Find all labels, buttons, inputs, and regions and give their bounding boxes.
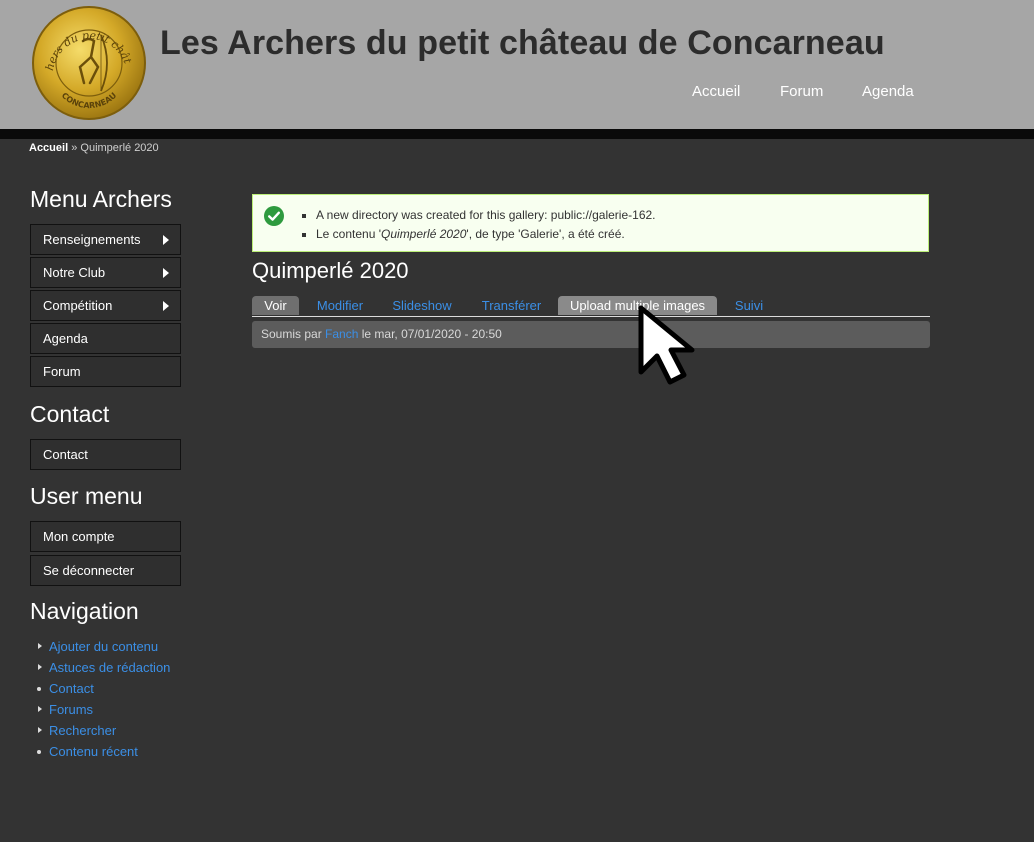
archer-seal-logo-icon: Archers du petit château CONCARNEAU (26, 0, 146, 120)
status-message-list: A new directory was created for this gal… (301, 206, 656, 244)
tab-suivi[interactable]: Suivi (728, 296, 770, 315)
collapsed-triangle-icon (38, 643, 42, 649)
tab-voir[interactable]: Voir (252, 296, 299, 315)
breadcrumb: Accueil » Quimperlé 2020 (29, 142, 159, 154)
list-item: Forums (36, 702, 170, 723)
main-nav: Accueil Forum Agenda (0, 83, 1034, 103)
list-item: Contact (36, 681, 170, 702)
nav-link-contenu-recent[interactable]: Contenu récent (49, 744, 138, 759)
submenu-arrow-icon (163, 301, 169, 311)
tab-slideshow[interactable]: Slideshow (386, 296, 458, 315)
menu-item-se-deconnecter[interactable]: Se déconnecter (30, 555, 181, 586)
main-nav-accueil[interactable]: Accueil (692, 83, 740, 100)
page-title: Quimperlé 2020 (252, 258, 409, 283)
submenu-arrow-icon (163, 235, 169, 245)
list-item: Astuces de rédaction (36, 660, 170, 681)
menu-item-renseignements[interactable]: Renseignements (30, 224, 181, 255)
status-message-directory: A new directory was created for this gal… (316, 206, 656, 225)
submitted-info: Soumis par Fanch le mar, 07/01/2020 - 20… (252, 321, 930, 348)
menu-item-competition[interactable]: Compétition (30, 290, 181, 321)
bullet-dot-icon (37, 687, 41, 691)
menu-item-label: Agenda (43, 331, 88, 346)
site-header: Archers du petit château CONCARNEAU Les … (0, 0, 1034, 129)
nav-link-rechercher[interactable]: Rechercher (49, 723, 116, 738)
status-messages: A new directory was created for this gal… (252, 194, 929, 252)
menu-item-label: Notre Club (43, 265, 106, 280)
main-nav-agenda[interactable]: Agenda (862, 83, 914, 100)
list-item: Rechercher (36, 723, 170, 744)
menu-archers-title: Menu Archers (30, 186, 172, 212)
node-tabs: Voir Modifier Slideshow Transférer Uploa… (252, 296, 930, 317)
nav-link-astuces-de-redaction[interactable]: Astuces de rédaction (49, 660, 170, 675)
list-item: Ajouter du contenu (36, 639, 170, 660)
node-title-emphasis: Quimperlé 2020 (381, 227, 467, 241)
navigation-title: Navigation (30, 598, 139, 624)
nav-link-ajouter-du-contenu[interactable]: Ajouter du contenu (49, 639, 158, 654)
menu-item-label: Mon compte (43, 529, 115, 544)
breadcrumb-current: Quimperlé 2020 (80, 142, 159, 154)
contact-block-title: Contact (30, 401, 110, 427)
header-divider (0, 129, 1034, 139)
menu-item-mon-compte[interactable]: Mon compte (30, 521, 181, 552)
bullet-dot-icon (37, 750, 41, 754)
site-logo[interactable]: Archers du petit château CONCARNEAU (26, 0, 147, 121)
menu-item-label: Forum (43, 364, 81, 379)
site-title[interactable]: Les Archers du petit château de Concarne… (160, 24, 885, 63)
collapsed-triangle-icon (38, 727, 42, 733)
menu-item-contact[interactable]: Contact (30, 439, 181, 470)
tab-modifier[interactable]: Modifier (309, 296, 371, 315)
menu-item-label: Renseignements (43, 232, 141, 247)
author-link[interactable]: Fanch (325, 327, 358, 341)
navigation-list: Ajouter du contenu Astuces de rédaction … (36, 639, 170, 765)
breadcrumb-separator: » (71, 142, 78, 154)
menu-item-label: Contact (43, 447, 88, 462)
menu-item-label: Compétition (43, 298, 113, 313)
menu-item-notre-club[interactable]: Notre Club (30, 257, 181, 288)
nav-link-forums[interactable]: Forums (49, 702, 93, 717)
menu-item-forum[interactable]: Forum (30, 356, 181, 387)
menu-item-agenda[interactable]: Agenda (30, 323, 181, 354)
status-message-created: Le contenu 'Quimperlé 2020', de type 'Ga… (316, 225, 656, 244)
collapsed-triangle-icon (38, 706, 42, 712)
tab-upload-multiple-images[interactable]: Upload multiple images (558, 296, 717, 315)
nav-link-contact[interactable]: Contact (49, 681, 94, 696)
menu-item-label: Se déconnecter (43, 563, 135, 578)
main-nav-forum[interactable]: Forum (780, 83, 823, 100)
list-item: Contenu récent (36, 744, 170, 765)
breadcrumb-home-link[interactable]: Accueil (29, 142, 68, 154)
submenu-arrow-icon (163, 268, 169, 278)
collapsed-triangle-icon (38, 664, 42, 670)
check-circle-icon (264, 206, 284, 226)
user-menu-title: User menu (30, 483, 143, 509)
tab-transferer[interactable]: Transférer (474, 296, 549, 315)
